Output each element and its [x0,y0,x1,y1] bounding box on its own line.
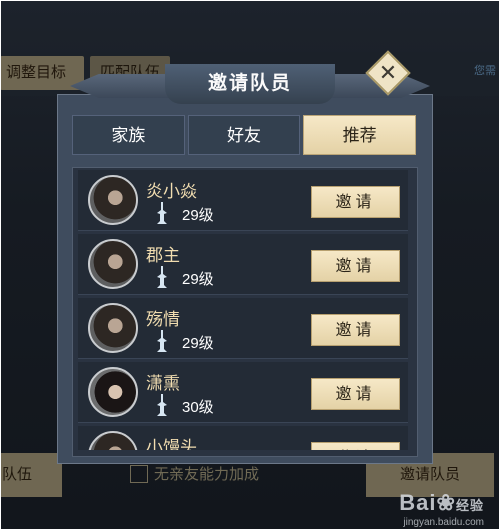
screenshot-border [0,0,500,530]
